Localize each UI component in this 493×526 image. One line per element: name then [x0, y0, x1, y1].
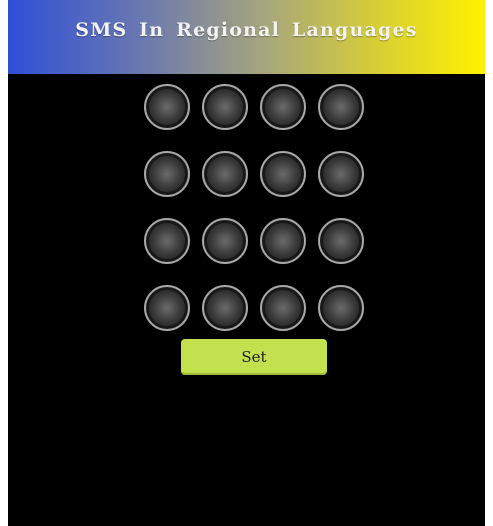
pattern-dot-1[interactable] — [144, 84, 190, 130]
pattern-dot-3[interactable] — [260, 84, 306, 130]
pattern-dot-14[interactable] — [202, 285, 248, 331]
app-header: SMS In Regional Languages — [8, 0, 485, 74]
pattern-dot-9[interactable] — [144, 218, 190, 264]
pattern-dot-10[interactable] — [202, 218, 248, 264]
pattern-dot-6[interactable] — [202, 151, 248, 197]
pattern-dot-7[interactable] — [260, 151, 306, 197]
pattern-dot-15[interactable] — [260, 285, 306, 331]
pattern-dot-4[interactable] — [318, 84, 364, 130]
app-title: SMS In Regional Languages — [75, 19, 418, 41]
pattern-dot-12[interactable] — [318, 218, 364, 264]
pattern-dot-8[interactable] — [318, 151, 364, 197]
pattern-lock-grid — [144, 84, 364, 331]
app-screen: SMS In Regional Languages Set — [8, 0, 485, 526]
pattern-dot-5[interactable] — [144, 151, 190, 197]
set-button[interactable]: Set — [181, 339, 327, 375]
pattern-dot-13[interactable] — [144, 285, 190, 331]
pattern-dot-2[interactable] — [202, 84, 248, 130]
pattern-dot-11[interactable] — [260, 218, 306, 264]
pattern-dot-16[interactable] — [318, 285, 364, 331]
